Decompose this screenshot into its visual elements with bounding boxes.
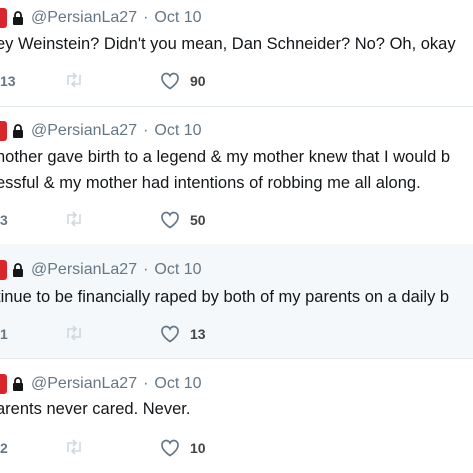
- like-button[interactable]: 10: [160, 439, 206, 457]
- reply-count-value: 13: [0, 73, 16, 89]
- tweet-text-line: essful & my mother had intentions of rob…: [0, 174, 421, 192]
- tweet-text: tinue to be financially raped by both of…: [0, 284, 473, 310]
- tweet-text-line: arents never cared. Never.: [0, 400, 191, 418]
- heart-icon: [161, 72, 179, 90]
- retweet-button[interactable]: [64, 439, 84, 455]
- heart-icon: [161, 439, 179, 457]
- reply-count-value: 1: [0, 326, 8, 342]
- reply-count[interactable]: 2: [0, 440, 8, 456]
- like-count: 50: [190, 212, 206, 228]
- retweet-icon: [67, 72, 81, 88]
- tweet-handle[interactable]: @PersianLa27: [31, 9, 137, 27]
- reply-count-value: 2: [0, 440, 8, 456]
- separator-dot: ·: [143, 261, 149, 278]
- like-count: 90: [190, 73, 206, 89]
- tweet-text: arents never cared. Never.: [0, 396, 473, 422]
- retweet-icon: [67, 211, 81, 227]
- retweet-button[interactable]: [64, 72, 84, 88]
- tweet-text-line: ey Weinstein? Didn't you mean, Dan Schne…: [0, 35, 456, 53]
- lock-icon: [13, 124, 23, 138]
- tweet-date[interactable]: Oct 10: [154, 9, 201, 27]
- tweet-4[interactable]: @PersianLa27 · Oct 10 arents never cared…: [0, 358, 473, 473]
- tweet-text: ey Weinstein? Didn't you mean, Dan Schne…: [0, 31, 473, 57]
- tweet-text: nother gave birth to a legend & my mothe…: [0, 144, 473, 196]
- tweet-text-line: nother gave birth to a legend & my mothe…: [0, 148, 451, 166]
- separator-dot: ·: [143, 9, 149, 26]
- tweet-handle[interactable]: @PersianLa27: [31, 375, 137, 393]
- avatar[interactable]: [0, 260, 7, 280]
- tweet-header: @PersianLa27 · Oct 10: [0, 120, 202, 142]
- retweet-button[interactable]: [64, 325, 84, 341]
- reply-count[interactable]: 3: [0, 212, 8, 228]
- heart-icon: [161, 211, 179, 229]
- tweet-1[interactable]: @PersianLa27 · Oct 10 ey Weinstein? Didn…: [0, 0, 473, 107]
- avatar[interactable]: [0, 121, 7, 141]
- like-button[interactable]: 50: [160, 211, 206, 229]
- retweet-button[interactable]: [64, 211, 84, 227]
- avatar[interactable]: [0, 374, 7, 394]
- tweet-date[interactable]: Oct 10: [154, 122, 201, 140]
- like-button[interactable]: 90: [160, 72, 206, 90]
- lock-icon: [13, 377, 23, 391]
- tweet-2[interactable]: @PersianLa27 · Oct 10 nother gave birth …: [0, 106, 473, 245]
- tweet-header: @PersianLa27 · Oct 10: [0, 373, 202, 395]
- tweet-date[interactable]: Oct 10: [154, 375, 201, 393]
- retweet-icon: [67, 439, 81, 455]
- reply-count[interactable]: 13: [0, 73, 16, 89]
- tweet-3[interactable]: @PersianLa27 · Oct 10 tinue to be financ…: [0, 244, 473, 359]
- tweet-handle[interactable]: @PersianLa27: [31, 261, 137, 279]
- tweet-date[interactable]: Oct 10: [154, 261, 201, 279]
- retweet-icon: [67, 325, 81, 341]
- like-count: 10: [190, 440, 206, 456]
- like-button[interactable]: 13: [160, 325, 206, 343]
- like-count: 13: [190, 326, 206, 342]
- tweet-header: @PersianLa27 · Oct 10: [0, 7, 202, 29]
- lock-icon: [13, 263, 23, 277]
- reply-count-value: 3: [0, 212, 8, 228]
- separator-dot: ·: [143, 375, 149, 392]
- tweet-header: @PersianLa27 · Oct 10: [0, 259, 202, 281]
- reply-count[interactable]: 1: [0, 326, 8, 342]
- tweet-handle[interactable]: @PersianLa27: [31, 122, 137, 140]
- avatar[interactable]: [0, 8, 7, 28]
- tweet-text-line: tinue to be financially raped by both of…: [0, 288, 450, 306]
- lock-icon: [13, 11, 23, 25]
- heart-icon: [161, 325, 179, 343]
- separator-dot: ·: [143, 122, 149, 139]
